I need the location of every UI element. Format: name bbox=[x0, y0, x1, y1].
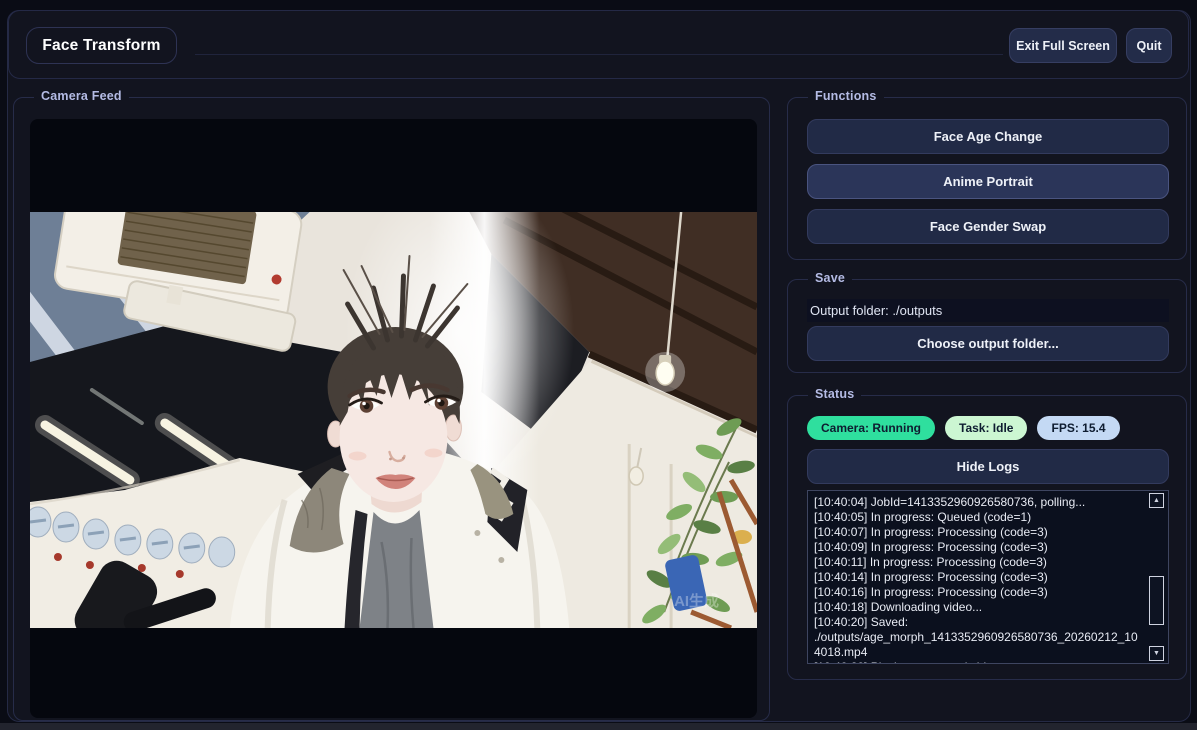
face-age-change-button[interactable]: Face Age Change bbox=[807, 119, 1169, 154]
log-line: [10:40:20] Saved: ./outputs/age_morph_14… bbox=[814, 615, 1142, 660]
quit-button[interactable]: Quit bbox=[1126, 28, 1172, 63]
camera-feed-label: Camera Feed bbox=[34, 89, 129, 103]
ai-watermark: AI生成 bbox=[674, 592, 719, 610]
log-line: [10:40:07] In progress: Processing (code… bbox=[814, 525, 1142, 540]
functions-panel: Functions Face Age Change Anime Portrait… bbox=[787, 97, 1187, 260]
scroll-down-icon: ▼ bbox=[1153, 650, 1160, 657]
log-line: [10:40:04] JobId=1413352960926580736, po… bbox=[814, 495, 1142, 510]
status-label: Status bbox=[808, 387, 861, 401]
exit-fullscreen-button[interactable]: Exit Full Screen bbox=[1009, 28, 1117, 63]
camera-canvas: AI生成 bbox=[30, 119, 757, 718]
fps-badge: FPS: 15.4 bbox=[1037, 416, 1119, 440]
anime-portrait-button[interactable]: Anime Portrait bbox=[807, 164, 1169, 199]
output-folder-text: Output folder: ./outputs bbox=[807, 299, 1169, 322]
status-panel: Status Camera: Running Task: Idle FPS: 1… bbox=[787, 395, 1187, 680]
scrollbar-thumb[interactable] bbox=[1149, 576, 1164, 625]
log-line: [10:40:20] Playing generated video... bbox=[814, 660, 1142, 664]
camera-video-frame: AI生成 bbox=[30, 212, 757, 628]
scroll-down-button[interactable]: ▼ bbox=[1149, 646, 1164, 661]
camera-status-badge: Camera: Running bbox=[807, 416, 935, 440]
camera-feed-panel: Camera Feed bbox=[13, 97, 770, 721]
save-label: Save bbox=[808, 271, 852, 285]
choose-output-folder-button[interactable]: Choose output folder... bbox=[807, 326, 1169, 361]
log-line: [10:40:09] In progress: Processing (code… bbox=[814, 540, 1142, 555]
task-status-badge: Task: Idle bbox=[945, 416, 1027, 440]
status-badges: Camera: Running Task: Idle FPS: 15.4 bbox=[807, 416, 1120, 440]
face-gender-swap-button[interactable]: Face Gender Swap bbox=[807, 209, 1169, 244]
log-line: [10:40:16] In progress: Processing (code… bbox=[814, 585, 1142, 600]
app-title: Face Transform bbox=[26, 27, 177, 64]
hide-logs-button[interactable]: Hide Logs bbox=[807, 449, 1169, 484]
header-bar: Face Transform Exit Full Screen Quit bbox=[8, 10, 1189, 79]
scroll-up-button[interactable]: ▲ bbox=[1149, 493, 1164, 508]
log-line: [10:40:11] In progress: Processing (code… bbox=[814, 555, 1142, 570]
log-line: [10:40:14] In progress: Processing (code… bbox=[814, 570, 1142, 585]
log-output[interactable]: [10:40:04] JobId=1413352960926580736, po… bbox=[807, 490, 1169, 664]
header-divider bbox=[195, 54, 1003, 55]
save-panel: Save Output folder: ./outputs Choose out… bbox=[787, 279, 1187, 373]
desktop-edge bbox=[0, 723, 1197, 730]
scroll-up-icon: ▲ bbox=[1153, 497, 1160, 504]
log-line: [10:40:18] Downloading video... bbox=[814, 600, 1142, 615]
log-line: [10:40:05] In progress: Queued (code=1) bbox=[814, 510, 1142, 525]
log-scrollbar[interactable]: ▲ ▼ bbox=[1149, 493, 1165, 661]
functions-label: Functions bbox=[808, 89, 884, 103]
